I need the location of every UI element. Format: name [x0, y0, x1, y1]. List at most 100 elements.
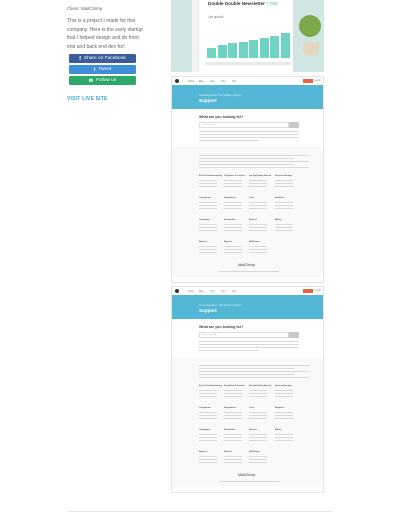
- category-heading[interactable]: Set Up/Getting Started: [249, 385, 271, 387]
- category-heading[interactable]: Lists: [249, 407, 254, 409]
- text-line: [199, 224, 217, 226]
- category-heading[interactable]: Integrations: [224, 407, 236, 409]
- text-line: [199, 208, 217, 210]
- category-heading[interactable]: Campaigns: [199, 429, 210, 431]
- dashboard-sidebar: [192, 0, 199, 72]
- category-heading[interactable]: Errors/Troubleshooting: [199, 175, 222, 177]
- text-line: [224, 183, 242, 185]
- text-line: [224, 418, 242, 420]
- text-line: [199, 456, 217, 458]
- tweet-button[interactable]: t Tweet: [69, 65, 136, 74]
- tweet-label: Tweet: [98, 67, 112, 72]
- category-heading[interactable]: Reports: [249, 429, 257, 431]
- text-line: [224, 246, 242, 248]
- category-heading[interactable]: MailChimp: [249, 451, 260, 453]
- breadcrumb: Knowledge Base / Get Started / Support: [199, 304, 242, 307]
- category-heading[interactable]: Campaigns: [199, 219, 210, 221]
- category-heading[interactable]: Templates & Content: [224, 175, 245, 177]
- footer-logo: MailChimp: [238, 473, 255, 477]
- text-line: [199, 415, 217, 417]
- signup-button[interactable]: [303, 78, 313, 83]
- nav-item[interactable]: Tips: [221, 80, 225, 83]
- nav-item[interactable]: API: [232, 290, 236, 293]
- text-line: [224, 202, 242, 204]
- text-line: [249, 440, 267, 442]
- category-heading[interactable]: Automation: [224, 219, 236, 221]
- category-heading[interactable]: Reports: [249, 219, 257, 221]
- nav-item[interactable]: Home: [188, 290, 194, 293]
- nav-item[interactable]: Blog: [199, 80, 204, 83]
- text-line: [199, 371, 309, 373]
- category-heading[interactable]: Reports: [224, 241, 232, 243]
- category-heading[interactable]: Account Settings: [275, 175, 292, 177]
- text-line: [199, 167, 309, 169]
- footer-text-line: [219, 481, 279, 483]
- category-heading[interactable]: Account Settings: [275, 385, 292, 387]
- text-line: [224, 440, 242, 442]
- text-line: [224, 252, 242, 254]
- text-line: [224, 186, 242, 188]
- category-heading[interactable]: Compliance: [199, 407, 211, 409]
- nav-item[interactable]: Help: [210, 290, 215, 293]
- search-question: What are you looking for?: [199, 115, 244, 119]
- category-heading[interactable]: Set Up/Getting Started: [249, 175, 271, 177]
- text-line: [249, 393, 267, 395]
- category-heading[interactable]: Analytics: [275, 197, 284, 199]
- category-heading[interactable]: Integrations: [224, 197, 236, 199]
- text-line: [249, 249, 267, 251]
- text-line: [249, 415, 267, 417]
- text-line: [199, 161, 309, 163]
- text-line: [249, 434, 267, 436]
- category-heading[interactable]: Lists: [249, 197, 254, 199]
- category-heading[interactable]: Reports: [224, 451, 232, 453]
- follow-label: Follow us: [95, 78, 117, 83]
- search-button[interactable]: [289, 122, 299, 128]
- search-button[interactable]: [289, 332, 299, 338]
- text-line: [224, 434, 242, 436]
- share-facebook-button[interactable]: f Share on Facebook: [69, 54, 136, 63]
- category-heading[interactable]: Templates & Content: [224, 385, 245, 387]
- text-line: [249, 208, 267, 210]
- login-link[interactable]: Log In: [314, 79, 321, 82]
- category-heading[interactable]: Analytics: [275, 407, 284, 409]
- kb-search-input[interactable]: Search the KB: [199, 332, 289, 338]
- text-line: [199, 131, 299, 133]
- category-heading[interactable]: Reports: [199, 241, 207, 243]
- text-line: [199, 437, 217, 439]
- nav-item[interactable]: Help: [210, 80, 215, 83]
- nav-item[interactable]: Home: [188, 80, 194, 83]
- support-heading: Support: [199, 308, 217, 313]
- search-placeholder: Search the KB: [202, 123, 217, 126]
- follow-button[interactable]: ✉ Follow us: [69, 76, 136, 85]
- category-heading[interactable]: Billing: [275, 429, 281, 431]
- text-line: [275, 183, 293, 185]
- category-heading[interactable]: Errors/Troubleshooting: [199, 385, 222, 387]
- category-heading[interactable]: Reports: [199, 451, 207, 453]
- text-line: [275, 208, 293, 210]
- text-line: [199, 344, 299, 346]
- signup-button[interactable]: [303, 288, 313, 293]
- nav-item[interactable]: API: [232, 80, 236, 83]
- category-heading[interactable]: Billing: [275, 219, 281, 221]
- category-heading[interactable]: MailChimp: [249, 241, 260, 243]
- dashboard-bar: [238, 41, 248, 58]
- category-heading[interactable]: Automation: [224, 429, 236, 431]
- share-facebook-label: Share on Facebook: [83, 56, 126, 61]
- nav-item[interactable]: Tips: [221, 290, 225, 293]
- mail-icon: ✉: [88, 77, 93, 84]
- nav-item[interactable]: Blog: [199, 290, 204, 293]
- dashboard-title-tag: 7,000: [266, 1, 278, 6]
- dashboard-subtitle: List growth: [208, 15, 224, 19]
- text-line: [199, 390, 217, 392]
- text-line: [224, 415, 242, 417]
- footer-text-line: [219, 271, 279, 273]
- text-line: [224, 412, 242, 414]
- visit-live-site-link[interactable]: VISIT LIVE SITE: [67, 96, 108, 102]
- text-line: [249, 396, 267, 398]
- login-link[interactable]: Log In: [314, 289, 321, 292]
- text-line: [199, 434, 217, 436]
- kb-search-input[interactable]: Search the KB: [199, 122, 289, 128]
- category-heading[interactable]: Compliance: [199, 197, 211, 199]
- text-line: [199, 462, 217, 464]
- text-line: [199, 350, 259, 352]
